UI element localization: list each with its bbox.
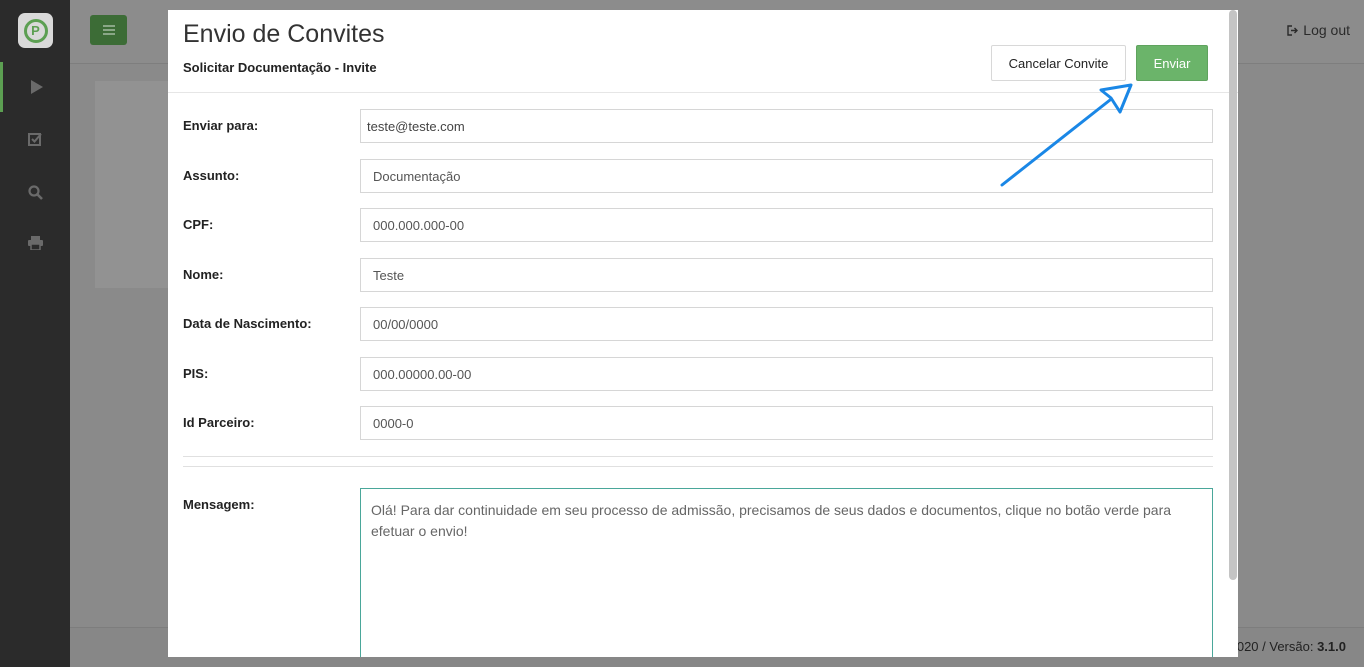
version-text: 020 / Versão: 3.1.0 (1237, 639, 1346, 654)
logout-icon (1287, 24, 1299, 36)
field-label-partner-id: Id Parceiro: (183, 415, 255, 430)
field-label-name: Nome: (183, 267, 224, 282)
logout-label: Log out (1303, 22, 1350, 38)
search-icon (27, 184, 43, 200)
modal-title: Envio de Convites (183, 20, 385, 48)
field-label-subject: Assunto: (183, 168, 240, 183)
invite-modal: Envio de Convites Solicitar Documentação… (168, 10, 1238, 657)
cpf-field[interactable]: 000.000.000-00 (360, 208, 1213, 242)
field-label-cpf: CPF: (183, 217, 214, 232)
recipient-email-field[interactable]: teste@teste.com (360, 109, 1213, 143)
field-label-message: Mensagem: (183, 497, 255, 512)
app-logo[interactable]: P (18, 13, 53, 48)
cancel-invite-button[interactable]: Cancelar Convite (991, 45, 1126, 81)
birthdate-field[interactable]: 00/00/0000 (360, 307, 1213, 341)
print-icon (27, 236, 43, 250)
background-panel (95, 81, 175, 288)
pis-field[interactable]: 000.00000.00-00 (360, 357, 1213, 391)
form-divider-2 (183, 466, 1213, 467)
message-textarea[interactable]: Olá! Para dar continuidade em seu proces… (360, 488, 1213, 657)
name-field[interactable]: Teste (360, 258, 1213, 292)
field-label-recipient: Enviar para: (183, 118, 259, 133)
menu-toggle-button[interactable] (90, 15, 127, 45)
partner-id-field[interactable]: 0000-0 (360, 406, 1213, 440)
send-button[interactable]: Enviar (1136, 45, 1208, 81)
version-prefix: 020 / Versão: (1236, 639, 1318, 654)
header-divider (168, 92, 1238, 93)
subject-field[interactable]: Documentação (360, 159, 1213, 193)
field-label-pis: PIS: (183, 366, 209, 381)
sidebar-item-search[interactable] (0, 167, 70, 217)
form-divider-1 (183, 456, 1213, 457)
sidebar-item-print[interactable] (0, 218, 70, 268)
logout-link[interactable]: Log out (1287, 22, 1350, 38)
sidebar-item-play[interactable] (0, 62, 70, 112)
logo-mark: P (23, 18, 48, 43)
sidebar-item-tasks[interactable] (0, 114, 70, 164)
play-icon (30, 80, 43, 94)
modal-scrollbar[interactable] (1229, 10, 1237, 580)
modal-subtitle: Solicitar Documentação - Invite (183, 60, 377, 75)
hamburger-icon (102, 29, 115, 31)
checkbox-icon (28, 133, 42, 146)
field-label-birthdate: Data de Nascimento: (183, 316, 312, 331)
version-number: 3.1.0 (1317, 639, 1346, 654)
sidebar: P (0, 0, 70, 667)
